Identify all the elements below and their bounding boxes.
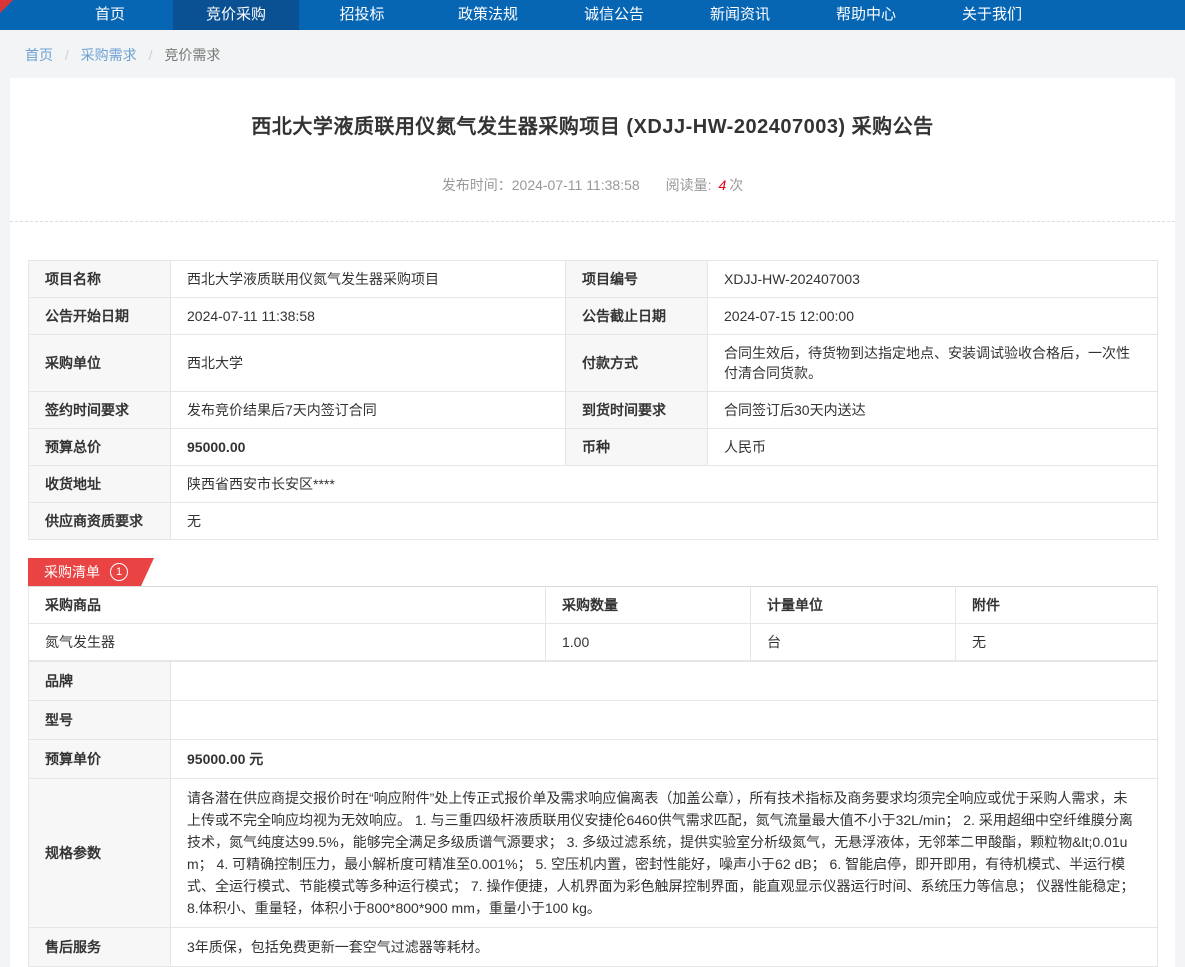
detail-value: 2024-07-15 12:00:00 <box>708 298 1158 335</box>
table-row: 签约时间要求 发布竞价结果后7天内签订合同 到货时间要求 合同签订后30天内送达 <box>29 392 1158 429</box>
attr-label: 预算单价 <box>29 740 171 779</box>
breadcrumb-section[interactable]: 采购需求 <box>81 47 137 63</box>
table-row: 供应商资质要求 无 <box>29 503 1158 540</box>
detail-label: 供应商资质要求 <box>29 503 171 540</box>
column-header: 附件 <box>956 587 1158 624</box>
budget-total-value: 95000.00 <box>171 429 566 466</box>
attr-label: 品牌 <box>29 662 171 701</box>
breadcrumb-current: 竞价需求 <box>164 47 220 63</box>
table-row: 预算总价 95000.00 币种 人民币 <box>29 429 1158 466</box>
detail-label: 签约时间要求 <box>29 392 171 429</box>
breadcrumb: 首页 / 采购需求 / 竞价需求 <box>0 30 1185 78</box>
column-header: 计量单位 <box>751 587 956 624</box>
purchase-list-label: 采购清单 <box>44 558 100 586</box>
detail-value: 人民币 <box>708 429 1158 466</box>
attr-value <box>171 701 1158 740</box>
detail-value: 发布竞价结果后7天内签订合同 <box>171 392 566 429</box>
detail-label: 项目编号 <box>566 261 708 298</box>
nav-item-help[interactable]: 帮助中心 <box>803 0 929 30</box>
table-row: 规格参数 请各潜在供应商提交报价时在“响应附件”处上传正式报价单及需求响应偏离表… <box>29 779 1158 928</box>
detail-value: 西北大学液质联用仪氮气发生器采购项目 <box>171 261 566 298</box>
table-row: 收货地址 陕西省西安市长安区**** <box>29 466 1158 503</box>
nav-item-about[interactable]: 关于我们 <box>929 0 1055 30</box>
item-attachment: 无 <box>956 624 1158 661</box>
column-header: 采购商品 <box>29 587 546 624</box>
purchase-list-count-badge: 1 <box>110 563 128 581</box>
detail-label: 采购单位 <box>29 335 171 392</box>
item-attributes-table: 品牌 型号 预算单价 95000.00 元 规格参数 请各潜在供应商提交报价时在… <box>28 661 1158 967</box>
detail-label: 预算总价 <box>29 429 171 466</box>
detail-value: 无 <box>171 503 1158 540</box>
detail-label: 付款方式 <box>566 335 708 392</box>
corner-flag-icon <box>0 0 13 13</box>
read-count-label: 阅读量: <box>666 177 712 193</box>
publish-time-label: 发布时间： <box>442 177 512 193</box>
item-unit: 台 <box>751 624 956 661</box>
detail-value: 2024-07-11 11:38:58 <box>171 298 566 335</box>
detail-label: 币种 <box>566 429 708 466</box>
attr-label: 售后服务 <box>29 928 171 967</box>
breadcrumb-separator: / <box>65 47 69 63</box>
table-row: 氮气发生器 1.00 台 无 <box>29 624 1158 661</box>
nav-item-policy[interactable]: 政策法规 <box>425 0 551 30</box>
table-row: 公告开始日期 2024-07-11 11:38:58 公告截止日期 2024-0… <box>29 298 1158 335</box>
item-name: 氮气发生器 <box>29 624 546 661</box>
announcement-header: 西北大学液质联用仪氮气发生器采购项目 (XDJJ-HW-202407003) 采… <box>10 78 1175 222</box>
column-header: 采购数量 <box>546 587 751 624</box>
detail-label: 公告开始日期 <box>29 298 171 335</box>
table-row: 售后服务 3年质保，包括免费更新一套空气过滤器等耗材。 <box>29 928 1158 967</box>
budget-unit-price-value: 95000.00 元 <box>171 740 1158 779</box>
breadcrumb-home[interactable]: 首页 <box>25 47 53 63</box>
read-count-unit: 次 <box>729 177 743 193</box>
top-navbar: 首页 竞价采购 招投标 政策法规 诚信公告 新闻资讯 帮助中心 关于我们 <box>0 0 1185 30</box>
project-details-table: 项目名称 西北大学液质联用仪氮气发生器采购项目 项目编号 XDJJ-HW-202… <box>28 260 1158 540</box>
nav-item-home[interactable]: 首页 <box>47 0 173 30</box>
detail-value: 合同签订后30天内送达 <box>708 392 1158 429</box>
nav-item-news[interactable]: 新闻资讯 <box>677 0 803 30</box>
purchase-items-table: 采购商品 采购数量 计量单位 附件 氮气发生器 1.00 台 无 <box>28 586 1158 661</box>
attr-label: 型号 <box>29 701 171 740</box>
table-row: 采购单位 西北大学 付款方式 合同生效后，待货物到达指定地点、安装调试验收合格后… <box>29 335 1158 392</box>
spec-parameters-value: 请各潜在供应商提交报价时在“响应附件”处上传正式报价单及需求响应偏离表（加盖公章… <box>171 779 1158 928</box>
table-row: 项目名称 西北大学液质联用仪氮气发生器采购项目 项目编号 XDJJ-HW-202… <box>29 261 1158 298</box>
table-row: 型号 <box>29 701 1158 740</box>
nav-item-integrity[interactable]: 诚信公告 <box>551 0 677 30</box>
detail-value: 西北大学 <box>171 335 566 392</box>
purchase-list-tag: 采购清单 1 <box>28 558 154 586</box>
detail-value: 陕西省西安市长安区**** <box>171 466 1158 503</box>
breadcrumb-separator: / <box>149 47 153 63</box>
attr-value <box>171 662 1158 701</box>
table-row: 预算单价 95000.00 元 <box>29 740 1158 779</box>
read-count-value: 4 <box>718 177 726 193</box>
publish-time-value: 2024-07-11 11:38:58 <box>512 177 640 193</box>
announcement-meta: 发布时间：2024-07-11 11:38:58 阅读量: 4次 <box>10 175 1175 221</box>
attr-label: 规格参数 <box>29 779 171 928</box>
detail-label: 到货时间要求 <box>566 392 708 429</box>
detail-label: 收货地址 <box>29 466 171 503</box>
table-header-row: 采购商品 采购数量 计量单位 附件 <box>29 587 1158 624</box>
detail-label: 项目名称 <box>29 261 171 298</box>
nav-item-bidding-purchase[interactable]: 竞价采购 <box>173 0 299 30</box>
detail-value: 合同生效后，待货物到达指定地点、安装调试验收合格后，一次性付清合同货款。 <box>708 335 1158 392</box>
table-row: 品牌 <box>29 662 1158 701</box>
nav-item-tender[interactable]: 招投标 <box>299 0 425 30</box>
detail-label: 公告截止日期 <box>566 298 708 335</box>
page-title: 西北大学液质联用仪氮气发生器采购项目 (XDJJ-HW-202407003) 采… <box>10 110 1175 139</box>
announcement-card: 西北大学液质联用仪氮气发生器采购项目 (XDJJ-HW-202407003) 采… <box>10 78 1175 967</box>
after-sales-value: 3年质保，包括免费更新一套空气过滤器等耗材。 <box>171 928 1158 967</box>
item-quantity: 1.00 <box>546 624 751 661</box>
detail-value: XDJJ-HW-202407003 <box>708 261 1158 298</box>
